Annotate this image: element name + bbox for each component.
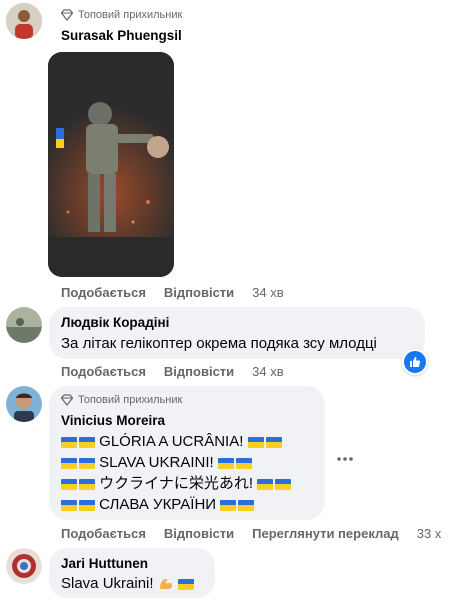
ukraine-flag-icon	[61, 457, 95, 469]
comment-text: Slava Ukraini!	[61, 573, 194, 594]
comment-time[interactable]: 34 хв	[252, 364, 283, 379]
ukraine-flag-icon	[247, 436, 282, 448]
flexed-biceps-icon	[159, 578, 172, 589]
comment-author[interactable]: Surasak Phuengsil	[61, 28, 182, 43]
like-button[interactable]: Подобається	[61, 364, 146, 379]
avatar-surasak[interactable]	[6, 3, 42, 39]
ukraine-flag-icon	[220, 499, 255, 511]
comment-line: СЛАВА УКРАЇНИ	[61, 494, 255, 515]
badge-label: Топовий прихильник	[78, 394, 183, 406]
comment-text: За літак гелікоптер окрема подяка зсу мл…	[61, 335, 377, 352]
ukraine-flag-icon	[177, 578, 194, 590]
like-reaction-icon[interactable]	[402, 349, 428, 375]
comment-line: ウクライナに栄光あれ!	[61, 473, 292, 494]
top-fan-badge: Топовий прихильник	[61, 394, 182, 406]
comment-author[interactable]: Vinicius Moreira	[61, 413, 165, 428]
ukraine-flag-icon	[257, 478, 292, 490]
diamond-badge-icon	[61, 394, 73, 406]
avatar-jari[interactable]	[6, 548, 42, 584]
see-translation-button[interactable]: Переглянути переклад	[252, 526, 399, 541]
ukraine-flag-icon	[217, 457, 252, 469]
line-text: ウクライナに栄光あれ!	[99, 475, 254, 492]
comment-actions: Подобається Відповісти Переглянути перек…	[61, 526, 441, 541]
ukraine-flag-icon	[61, 436, 95, 448]
like-button[interactable]: Подобається	[61, 285, 146, 300]
line-text: SLAVA UKRAINI!	[99, 454, 214, 471]
comment-time[interactable]: 33 х	[417, 526, 442, 541]
comment-line: GLÓRIA A UCRÂNIA!	[61, 431, 282, 452]
reply-button[interactable]: Відповісти	[164, 285, 234, 300]
ukraine-flag-icon	[61, 478, 95, 490]
line-text: СЛАВА УКРАЇНИ	[99, 496, 217, 513]
diamond-badge-icon	[61, 9, 73, 21]
avatar-vinicius[interactable]	[6, 386, 42, 422]
like-button[interactable]: Подобається	[61, 526, 146, 541]
comment-bubble: Людвік Корадіні За літак гелікоптер окре…	[49, 307, 425, 359]
ukraine-flag-icon	[61, 499, 95, 511]
top-fan-badge: Топовий прихильник	[61, 9, 182, 21]
comment-author[interactable]: Jari Huttunen	[61, 556, 148, 571]
comment-actions: Подобається Відповісти 34 хв	[61, 285, 284, 300]
avatar-ludvik[interactable]	[6, 307, 42, 343]
comment-bubble: Топовий прихильник Vinicius Moreira GLÓR…	[49, 386, 325, 520]
more-options-icon[interactable]	[337, 449, 353, 461]
line-text: Slava Ukraini!	[61, 575, 154, 592]
badge-label: Топовий прихильник	[78, 9, 183, 21]
line-text: GLÓRIA A UCRÂNIA!	[99, 433, 244, 450]
comment-time[interactable]: 34 хв	[252, 285, 283, 300]
comment-line: SLAVA UKRAINI!	[61, 452, 252, 473]
comment-author[interactable]: Людвік Корадіні	[61, 315, 169, 330]
comment-actions: Подобається Відповісти 34 хв	[61, 364, 284, 379]
comment-image[interactable]	[48, 52, 174, 277]
comment-bubble: Jari Huttunen Slava Ukraini!	[49, 548, 215, 598]
reply-button[interactable]: Відповісти	[164, 364, 234, 379]
reply-button[interactable]: Відповісти	[164, 526, 234, 541]
